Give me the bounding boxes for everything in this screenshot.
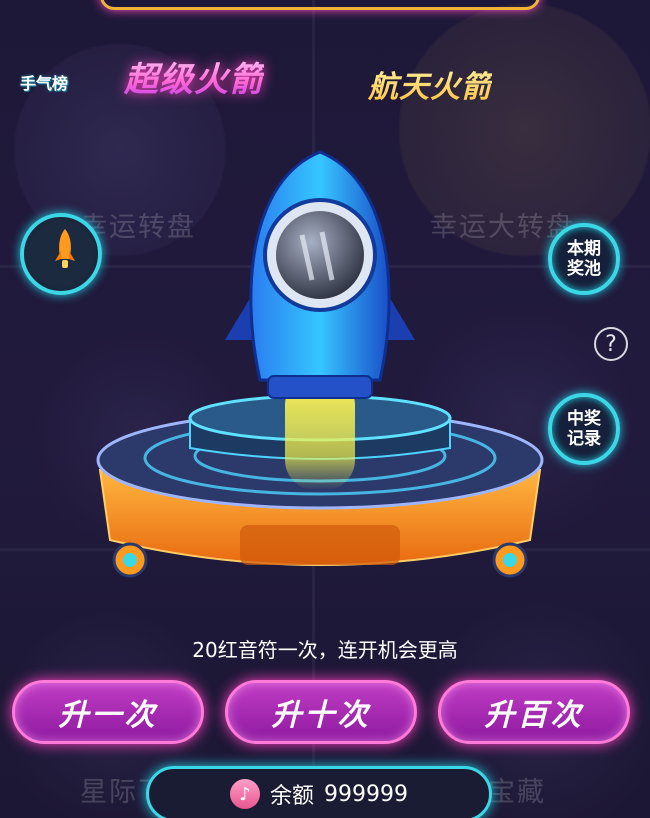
draw-hint-text: 20红音符一次，连开机会更高 [192,638,458,662]
prize-pool-label: 本期奖池 [567,239,601,279]
music-note-icon: ♪ [230,779,260,809]
tab-super-rocket[interactable]: 超级火箭 [124,52,264,101]
rocket-icon [55,229,75,268]
balance-value: 999999 [324,781,408,807]
win-record-button[interactable]: 中奖记录 [548,393,620,465]
balance-display: ♪ 余额 999999 [146,766,492,818]
tab-space-rocket[interactable]: 航天火箭 [368,62,492,106]
launch-ten-button[interactable]: 升十次 [225,680,417,744]
win-record-label: 中奖记录 [567,409,601,449]
help-button[interactable]: ? [594,327,628,361]
top-banner-frame [100,0,540,10]
luck-rank-label: 手气榜 [19,74,68,93]
rocket-launch-scene [96,150,544,578]
launch-once-button[interactable]: 升一次 [12,680,204,744]
balance-label: 余额 [270,784,315,809]
launch-hundred-button[interactable]: 升百次 [438,680,630,744]
prize-pool-button[interactable]: 本期奖池 [548,223,620,295]
